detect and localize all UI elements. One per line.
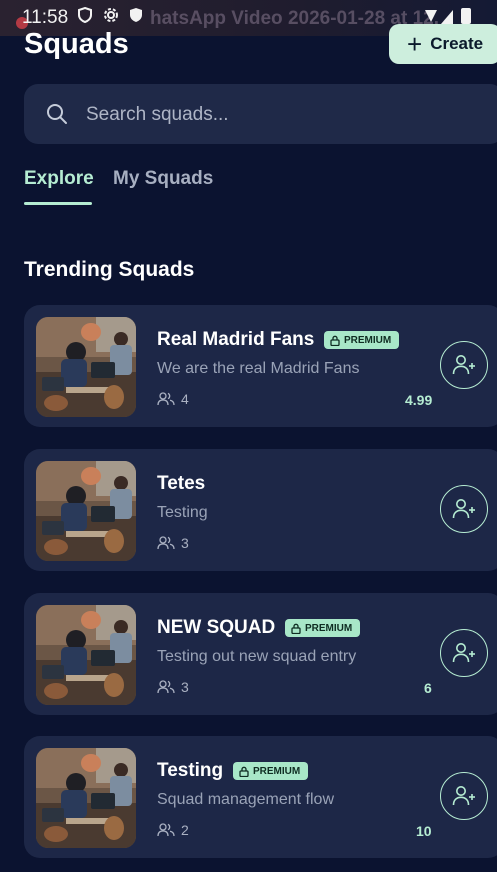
people-icon — [157, 823, 175, 837]
lock-icon — [291, 623, 301, 634]
member-count: 2 — [157, 822, 189, 838]
member-count: 4 — [157, 391, 189, 407]
squad-image — [36, 605, 136, 705]
add-user-icon — [452, 643, 475, 663]
add-user-icon — [452, 355, 475, 375]
status-notification-icons — [78, 6, 143, 28]
squad-name: Real Madrid Fans — [157, 329, 315, 350]
member-count: 3 — [157, 679, 189, 695]
premium-badge-label: PREMIUM — [305, 622, 353, 634]
squad-card[interactable]: Tetes Testing 3 — [24, 449, 497, 571]
squad-name: Testing — [157, 760, 224, 781]
create-button-label: Create — [430, 34, 484, 53]
join-squad-button[interactable] — [440, 629, 488, 677]
squad-description: We are the real Madrid Fans — [157, 360, 360, 377]
search-bar[interactable] — [24, 84, 497, 144]
squad-thumbnail — [36, 605, 136, 705]
section-title: Trending Squads — [24, 258, 195, 281]
squad-image — [36, 748, 136, 848]
add-user-icon — [452, 499, 475, 519]
squad-price: 10 — [416, 823, 432, 839]
squad-name: Tetes — [157, 473, 206, 494]
member-count-value: 3 — [181, 535, 189, 551]
tab-my-squads[interactable]: My Squads — [113, 168, 213, 190]
squad-card[interactable]: NEW SQUAD PREMIUM Testing out new squad en… — [24, 593, 497, 715]
squad-description: Squad management flow — [157, 791, 334, 808]
premium-badge-label: PREMIUM — [253, 765, 301, 777]
page-title: Squads — [24, 28, 129, 60]
gear-icon — [103, 8, 118, 22]
member-count: 3 — [157, 535, 189, 551]
status-time: 11:58 — [22, 7, 69, 28]
join-squad-button[interactable] — [440, 485, 488, 533]
signal-battery-icon — [425, 8, 471, 24]
active-tab-indicator — [24, 202, 92, 205]
squad-image — [36, 317, 136, 417]
squad-description: Testing — [157, 504, 208, 521]
squad-description: Testing out new squad entry — [157, 648, 357, 665]
squad-thumbnail — [36, 748, 136, 848]
premium-badge: PREMIUM — [324, 331, 400, 349]
squad-thumbnail — [36, 317, 136, 417]
squad-price: 6 — [424, 680, 432, 696]
member-count-value: 2 — [181, 822, 189, 838]
squad-thumbnail — [36, 461, 136, 561]
member-count-value: 3 — [181, 679, 189, 695]
squad-card[interactable]: Testing PREMIUM Squad management flow 2 10 — [24, 736, 497, 858]
lock-icon — [330, 335, 340, 346]
squad-price: 4.99 — [405, 392, 433, 408]
plus-icon: + — [407, 29, 423, 59]
search-input[interactable] — [84, 98, 488, 132]
join-squad-button[interactable] — [440, 341, 488, 389]
premium-badge: PREMIUM — [233, 762, 309, 780]
notification-shield-icon — [130, 8, 143, 22]
add-user-icon — [452, 786, 475, 806]
people-icon — [157, 680, 175, 694]
premium-badge: PREMIUM — [285, 619, 361, 637]
squad-card[interactable]: Real Madrid Fans PREMIUM We are the real M… — [24, 305, 497, 427]
people-icon — [157, 392, 175, 406]
tab-explore[interactable]: Explore — [24, 168, 94, 190]
shield-icon — [78, 6, 92, 24]
create-squad-button[interactable]: + Create — [389, 24, 497, 64]
lock-icon — [239, 766, 249, 777]
squad-name: NEW SQUAD — [157, 617, 276, 638]
search-icon — [47, 104, 67, 124]
squad-image — [36, 461, 136, 561]
join-squad-button[interactable] — [440, 772, 488, 820]
premium-badge-label: PREMIUM — [344, 334, 392, 346]
member-count-value: 4 — [181, 391, 189, 407]
people-icon — [157, 536, 175, 550]
